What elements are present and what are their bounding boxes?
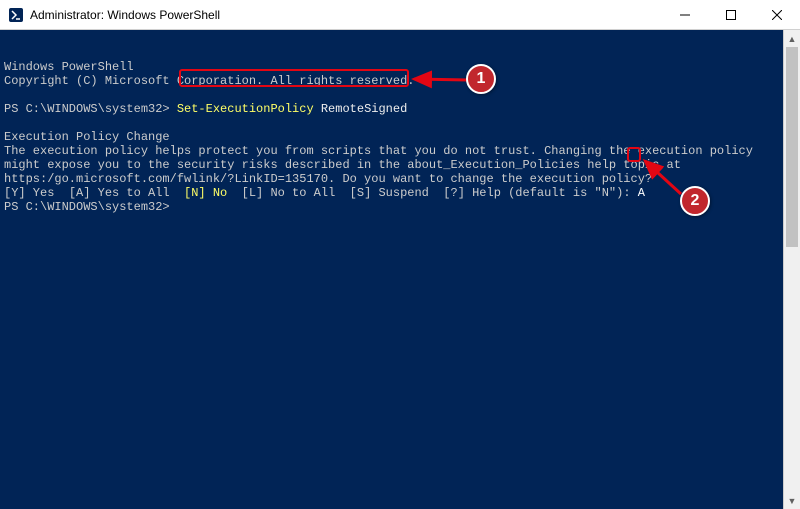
console-area[interactable]: Windows PowerShell Copyright (C) Microso… — [0, 30, 800, 509]
console-output: Windows PowerShell Copyright (C) Microso… — [0, 58, 783, 216]
policy-body: The execution policy helps protect you f… — [4, 144, 760, 186]
window-titlebar: Administrator: Windows PowerShell — [0, 0, 800, 30]
policy-heading: Execution Policy Change — [4, 130, 170, 144]
scroll-down-arrow[interactable]: ▼ — [784, 492, 800, 509]
maximize-button[interactable] — [708, 0, 754, 30]
banner-line1: Windows PowerShell — [4, 60, 134, 74]
window-controls — [662, 0, 800, 29]
prompt-1: PS C:\WINDOWS\system32> — [4, 102, 177, 116]
window-title: Administrator: Windows PowerShell — [30, 8, 662, 22]
banner-line2: Copyright (C) Microsoft Corporation. All… — [4, 74, 414, 88]
vertical-scrollbar[interactable]: ▲ ▼ — [783, 30, 800, 509]
choice-yes-all: [A] Yes to All — [69, 186, 184, 200]
prompt-2: PS C:\WINDOWS\system32> — [4, 200, 177, 214]
powershell-icon — [8, 7, 24, 23]
command-arg: RemoteSigned — [321, 102, 407, 116]
scroll-up-arrow[interactable]: ▲ — [784, 30, 800, 47]
minimize-button[interactable] — [662, 0, 708, 30]
user-input: A — [638, 186, 645, 200]
choice-yes: [Y] Yes — [4, 186, 69, 200]
scroll-thumb[interactable] — [786, 47, 798, 247]
choice-no: [N] No — [184, 186, 227, 200]
command-name: Set-ExecutionPolicy — [177, 102, 314, 116]
choice-rest: [L] No to All [S] Suspend [?] Help (defa… — [227, 186, 630, 200]
close-button[interactable] — [754, 0, 800, 30]
